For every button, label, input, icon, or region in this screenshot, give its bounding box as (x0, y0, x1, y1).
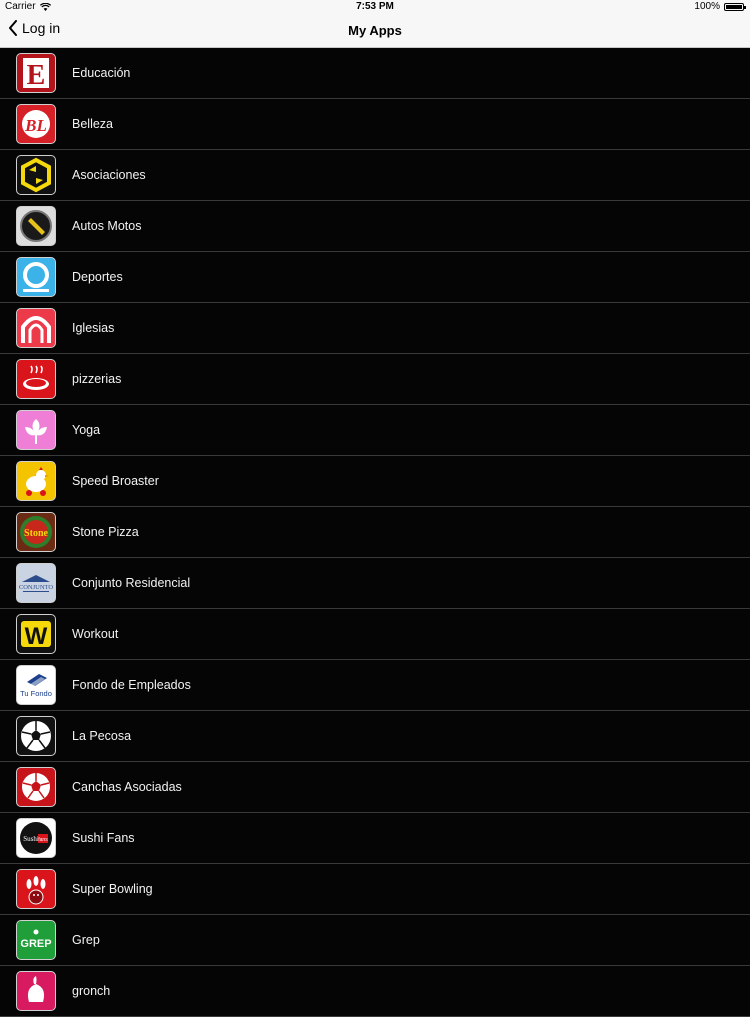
app-name: pizzerias (72, 372, 122, 386)
app-row-conjunto-residencial[interactable]: CONJUNTO Conjunto Residencial (0, 558, 750, 609)
app-name: Conjunto Residencial (72, 576, 191, 590)
app-row-workout[interactable]: W Workout (0, 609, 750, 660)
hexagon-arrows-icon (16, 155, 56, 195)
app-row-super-bowling[interactable]: Super Bowling (0, 864, 750, 915)
app-row-yoga[interactable]: Yoga (0, 405, 750, 456)
lotus-icon (16, 410, 56, 450)
bl-monogram-icon: BL (16, 104, 56, 144)
app-name: Belleza (72, 117, 113, 131)
app-name: La Pecosa (72, 729, 132, 743)
battery-fill (726, 4, 742, 9)
app-name: Speed Broaster (72, 474, 159, 488)
app-row-sushi-fans[interactable]: Sushi fans Sushi Fans (0, 813, 750, 864)
app-row-speed-broaster[interactable]: Speed Broaster (0, 456, 750, 507)
arch-icon (16, 308, 56, 348)
chevron-left-icon (9, 20, 17, 36)
letter-w-icon: W (16, 614, 56, 654)
app-row-fondo-de-empleados[interactable]: Tu Fondo Fondo de Empleados (0, 660, 750, 711)
battery-label: 100% (694, 1, 720, 12)
app-name: Educación (72, 66, 131, 80)
app-name: Sushi Fans (72, 831, 135, 845)
app-name: Fondo de Empleados (72, 678, 191, 692)
app-row-canchas-asociadas[interactable]: Canchas Asociadas (0, 762, 750, 813)
app-name: Workout (72, 627, 119, 641)
soccer-ball-icon (16, 716, 56, 756)
app-name: Stone Pizza (72, 525, 139, 539)
letter-e-text: E (27, 60, 46, 91)
app-row-pizzerias[interactable]: pizzerias (0, 354, 750, 405)
tu-fondo-logo-icon: Tu Fondo (16, 665, 56, 705)
app-row-iglesias[interactable]: Iglesias (0, 303, 750, 354)
tu-fondo-logo-text: Tu Fondo (20, 689, 52, 698)
building-logo-icon: CONJUNTO (16, 563, 56, 603)
grep-logo-icon: GREP (16, 920, 56, 960)
app-name: Autos Motos (72, 219, 142, 233)
building-logo-text: CONJUNTO (19, 584, 53, 591)
app-name: Deportes (72, 270, 123, 284)
app-name: Asociaciones (72, 168, 146, 182)
sushi-logo-text: Sushi (23, 835, 39, 843)
app-name: Iglesias (72, 321, 115, 335)
app-name: Yoga (72, 423, 101, 437)
app-row-grep[interactable]: GREP Grep (0, 915, 750, 966)
round-badge-icon (16, 206, 56, 246)
status-bar: Carrier 7:53 PM 100% (0, 0, 750, 14)
app-row-gronch[interactable]: gronch (0, 966, 750, 1017)
sushi-fans-logo-icon: Sushi fans (16, 818, 56, 858)
app-name: Super Bowling (72, 882, 153, 896)
battery-icon (724, 2, 746, 11)
app-name: Grep (72, 933, 100, 947)
navigation-bar: Log in My Apps (0, 14, 750, 48)
app-name: gronch (72, 984, 111, 998)
app-row-autos-motos[interactable]: Autos Motos (0, 201, 750, 252)
stone-pizza-logo-icon: Stone (16, 512, 56, 552)
bowling-icon (16, 869, 56, 909)
gronch-logo-icon (16, 971, 56, 1011)
app-row-stone-pizza[interactable]: Stone Stone Pizza (0, 507, 750, 558)
sushi-logo-accent-text: fans (38, 837, 48, 843)
app-row-belleza[interactable]: BL Belleza (0, 99, 750, 150)
app-name: Canchas Asociadas (72, 780, 182, 794)
grep-logo-text: GREP (20, 938, 51, 950)
status-right: 100% (694, 1, 746, 12)
letter-e-icon: E (16, 53, 56, 93)
apps-list: E Educación BL Belleza Asociaciones Auto… (0, 48, 750, 1017)
app-row-la-pecosa[interactable]: La Pecosa (0, 711, 750, 762)
app-row-educacion[interactable]: E Educación (0, 48, 750, 99)
app-row-asociaciones[interactable]: Asociaciones (0, 150, 750, 201)
ring-icon (16, 257, 56, 297)
back-button[interactable]: Log in (8, 20, 60, 36)
back-button-label: Log in (22, 20, 61, 36)
page-title: My Apps (348, 23, 402, 38)
chicken-mascot-icon (16, 461, 56, 501)
app-row-deportes[interactable]: Deportes (0, 252, 750, 303)
status-time: 7:53 PM (356, 1, 394, 12)
pizza-icon (16, 359, 56, 399)
bl-monogram-text: BL (24, 116, 47, 135)
letter-w-text: W (25, 623, 48, 650)
stone-pizza-logo-text: Stone (24, 528, 48, 539)
red-soccer-ball-icon (16, 767, 56, 807)
